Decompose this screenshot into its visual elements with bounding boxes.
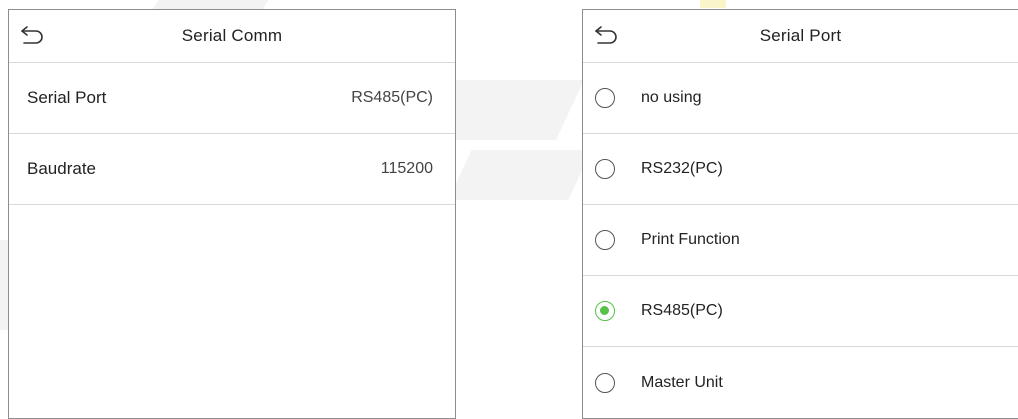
back-arrow-icon[interactable]: [593, 23, 621, 47]
option-master-unit[interactable]: Master Unit: [583, 347, 1018, 418]
row-value: 115200: [380, 160, 433, 177]
radio-unselected-icon[interactable]: [595, 88, 615, 108]
radio-unselected-icon[interactable]: [595, 159, 615, 179]
option-label: Print Function: [641, 231, 740, 248]
option-rs232-pc[interactable]: RS232(PC): [583, 134, 1018, 205]
page-title: Serial Comm: [181, 26, 283, 45]
watermark-shape: [700, 0, 726, 8]
serial-comm-screen: Serial Comm Serial Port RS485(PC) Baudra…: [8, 9, 456, 419]
option-label: Master Unit: [641, 373, 723, 391]
page-title: Serial Port: [759, 26, 842, 45]
radio-unselected-icon[interactable]: [595, 230, 615, 250]
back-arrow-icon[interactable]: [19, 23, 47, 47]
baudrate-row[interactable]: Baudrate 115200: [9, 134, 455, 205]
option-rs485-pc[interactable]: RS485(PC): [583, 276, 1018, 347]
option-label: no using: [641, 89, 702, 106]
row-label: Baudrate: [27, 159, 96, 178]
option-no-using[interactable]: no using: [583, 63, 1018, 134]
option-label: RS232(PC): [641, 160, 723, 177]
radio-selected-icon[interactable]: [595, 301, 615, 321]
header: Serial Comm: [9, 10, 455, 63]
serial-port-screen: Serial Port no using RS232(PC) Print Fun…: [582, 9, 1018, 419]
row-label: Serial Port: [27, 88, 107, 107]
option-print-function[interactable]: Print Function: [583, 205, 1018, 276]
watermark-shape: [448, 150, 592, 200]
row-value: RS485(PC): [351, 89, 433, 106]
header: Serial Port: [583, 10, 1018, 63]
radio-unselected-icon[interactable]: [595, 372, 615, 393]
serial-port-row[interactable]: Serial Port RS485(PC): [9, 63, 455, 134]
option-label: RS485(PC): [641, 302, 723, 319]
